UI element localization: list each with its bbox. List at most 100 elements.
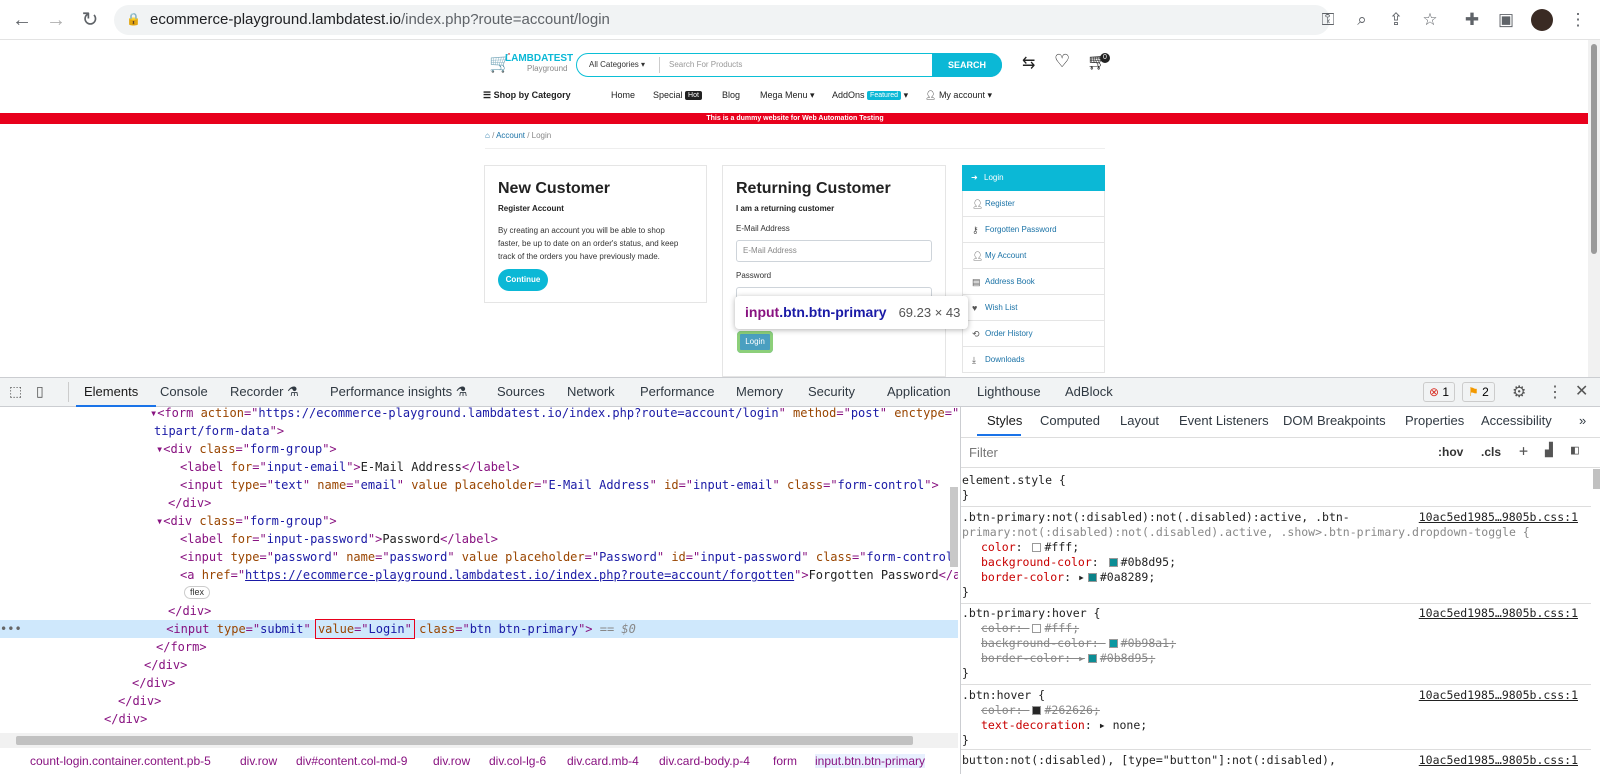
tab-layout[interactable]: Layout xyxy=(1120,413,1159,428)
crumb[interactable]: form xyxy=(773,754,797,768)
rule3-text-decoration[interactable]: text-decoration: ▸ none; xyxy=(981,718,1147,733)
tab-dom-breakpoints[interactable]: DOM Breakpoints xyxy=(1283,413,1386,428)
selected-dom-line[interactable]: ••• <input type="submit" value="Login" c… xyxy=(0,619,958,639)
forward-icon[interactable]: → xyxy=(44,8,68,32)
wishlist-heart-icon[interactable]: ♡ xyxy=(1054,51,1070,72)
crumb[interactable]: div.card.mb-4 xyxy=(567,754,639,768)
key-icon[interactable]: ⚿ xyxy=(1318,10,1338,30)
share-icon[interactable]: ⇪ xyxy=(1386,10,1406,30)
tab-styles[interactable]: Styles xyxy=(987,413,1022,428)
tab-event-listeners[interactable]: Event Listeners xyxy=(1179,413,1269,428)
tab-recorder[interactable]: Recorder ⚗ xyxy=(230,384,299,400)
sidebar-item-order-history[interactable]: ⟲ Order History xyxy=(962,321,1105,347)
tab-lighthouse[interactable]: Lighthouse xyxy=(977,384,1041,399)
rule4-source-link[interactable]: 10ac5ed1985…9805b.css:1 xyxy=(1419,753,1578,767)
rule1-bg[interactable]: background-color: #0b8d95; xyxy=(981,555,1176,570)
paint-icon[interactable]: ▟ xyxy=(1545,443,1553,458)
error-count-badge[interactable]: ⊗ 1 xyxy=(1423,382,1456,402)
close-icon[interactable]: ✕ xyxy=(1575,381,1588,401)
address-book-icon: ▤ xyxy=(972,277,981,287)
rule-brace: } xyxy=(962,733,969,747)
crumb[interactable]: count-login.container.content.pb-5 xyxy=(30,754,211,768)
crumb[interactable]: div#content.col-md-9 xyxy=(296,754,407,768)
menu-my-account[interactable]: 👤︎ My account ▾ xyxy=(925,90,992,101)
zoom-icon[interactable]: ⌕ xyxy=(1352,10,1372,30)
menu-blog[interactable]: Blog xyxy=(722,90,740,100)
tab-performance[interactable]: Performance xyxy=(640,384,714,399)
search-button[interactable]: SEARCH xyxy=(932,53,1002,77)
tab-console[interactable]: Console xyxy=(160,384,208,399)
toggle-sidebar-icon[interactable]: ◧ xyxy=(1571,443,1579,458)
sidebar-item-register[interactable]: 👤︎ Register xyxy=(962,191,1105,217)
rule3-source-link[interactable]: 10ac5ed1985…9805b.css:1 xyxy=(1419,688,1578,702)
rule-brace: } xyxy=(962,666,969,680)
crumb-active[interactable]: input.btn.btn-primary xyxy=(815,754,926,768)
more-options-icon[interactable]: ⋮ xyxy=(1547,382,1563,402)
filter-input[interactable]: Filter xyxy=(967,443,1427,463)
sidebar-item-downloads[interactable]: ⤓ Downloads xyxy=(962,347,1105,373)
more-tabs-icon[interactable]: » xyxy=(1579,413,1586,428)
cls-toggle[interactable]: .cls xyxy=(1481,445,1501,459)
continue-button[interactable]: Continue xyxy=(498,269,548,291)
tab-properties[interactable]: Properties xyxy=(1405,413,1464,428)
inspect-element-icon[interactable]: ⬚ xyxy=(9,383,22,400)
login-button[interactable]: Login xyxy=(737,331,773,353)
crumb[interactable]: div.row xyxy=(433,754,470,768)
email-field[interactable]: E-Mail Address xyxy=(736,240,932,262)
rule2-bg[interactable]: background-color: #0b98a1; xyxy=(981,636,1176,651)
menu-mega[interactable]: Mega Menu ▾ xyxy=(760,90,815,101)
crumb[interactable]: div.col-lg-6 xyxy=(489,754,546,768)
menu-addons[interactable]: AddOns Featured ▾ xyxy=(832,90,908,101)
menu-icon[interactable]: ⋮ xyxy=(1568,10,1588,30)
side-panel-icon[interactable]: ▣ xyxy=(1496,10,1516,30)
rule2-source-link[interactable]: 10ac5ed1985…9805b.css:1 xyxy=(1419,606,1578,620)
styles-scrollbar[interactable] xyxy=(1593,469,1600,489)
tab-accessibility[interactable]: Accessibility xyxy=(1481,413,1552,428)
rule1-color[interactable]: color: #fff; xyxy=(981,540,1079,555)
warning-count-badge[interactable]: ⚑ 2 xyxy=(1462,382,1495,402)
tab-network[interactable]: Network xyxy=(567,384,615,399)
logo[interactable]: LAMBDATEST Playground xyxy=(505,53,573,73)
sidebar-item-my-account[interactable]: 👤︎ My Account xyxy=(962,243,1105,269)
tab-application[interactable]: Application xyxy=(887,384,951,399)
sidebar-item-forgotten-password[interactable]: ⚷ Forgotten Password xyxy=(962,217,1105,243)
rule1-source-link[interactable]: 10ac5ed1985…9805b.css:1 xyxy=(1419,510,1578,524)
horizontal-scrollbar[interactable] xyxy=(0,733,958,748)
compare-icon[interactable]: ⇆ xyxy=(1022,53,1035,73)
bookmark-star-icon[interactable]: ☆ xyxy=(1420,10,1440,30)
tab-adblock[interactable]: AdBlock xyxy=(1065,384,1113,399)
rule1-border[interactable]: border-color: ▸ #0a8289; xyxy=(981,570,1155,585)
avatar[interactable] xyxy=(1531,9,1553,31)
sidebar-item-login[interactable]: ➜ Login xyxy=(962,165,1105,191)
menu-special[interactable]: Special Hot xyxy=(653,90,702,100)
settings-gear-icon[interactable]: ⚙ xyxy=(1512,382,1526,402)
crumb[interactable]: div.row xyxy=(240,754,277,768)
back-icon[interactable]: ← xyxy=(10,8,34,32)
tab-memory[interactable]: Memory xyxy=(736,384,783,399)
tab-computed[interactable]: Computed xyxy=(1040,413,1100,428)
tab-performance-insights[interactable]: Performance insights ⚗ xyxy=(330,384,467,400)
elements-scrollbar[interactable] xyxy=(950,487,958,567)
reload-icon[interactable]: ↻ xyxy=(78,8,102,32)
url-text[interactable]: ecommerce-playground.lambdatest.io/index… xyxy=(150,11,610,28)
device-toolbar-icon[interactable]: ▯ xyxy=(36,383,44,400)
page-scrollbar[interactable] xyxy=(1588,40,1600,377)
sidebar-item-wish-list[interactable]: ♥ Wish List xyxy=(962,295,1105,321)
flex-badge[interactable]: flex xyxy=(184,586,211,599)
extensions-icon[interactable]: ✚ xyxy=(1462,10,1482,30)
rule2-border[interactable]: border-color: ▸ #0b8d95; xyxy=(981,651,1155,666)
dom-breadcrumbs: count-login.container.content.pb-5 div.r… xyxy=(0,754,958,774)
shop-by-category[interactable]: ☰ Shop by Category xyxy=(483,90,571,101)
hov-toggle[interactable]: :hov xyxy=(1438,445,1463,459)
tab-security[interactable]: Security xyxy=(808,384,855,399)
tab-sources[interactable]: Sources xyxy=(497,384,545,399)
category-select[interactable]: All Categories ▾ xyxy=(589,60,645,69)
new-style-rule-icon[interactable]: + xyxy=(1519,442,1528,460)
rule2-color[interactable]: color: #fff; xyxy=(981,621,1079,636)
search-input[interactable]: Search For Products xyxy=(669,60,742,69)
tab-elements[interactable]: Elements xyxy=(84,384,138,399)
rule3-color[interactable]: color: #262626; xyxy=(981,703,1100,718)
sidebar-item-address-book[interactable]: ▤ Address Book xyxy=(962,269,1105,295)
menu-home[interactable]: Home xyxy=(611,90,635,100)
crumb[interactable]: div.card-body.p-4 xyxy=(659,754,750,768)
